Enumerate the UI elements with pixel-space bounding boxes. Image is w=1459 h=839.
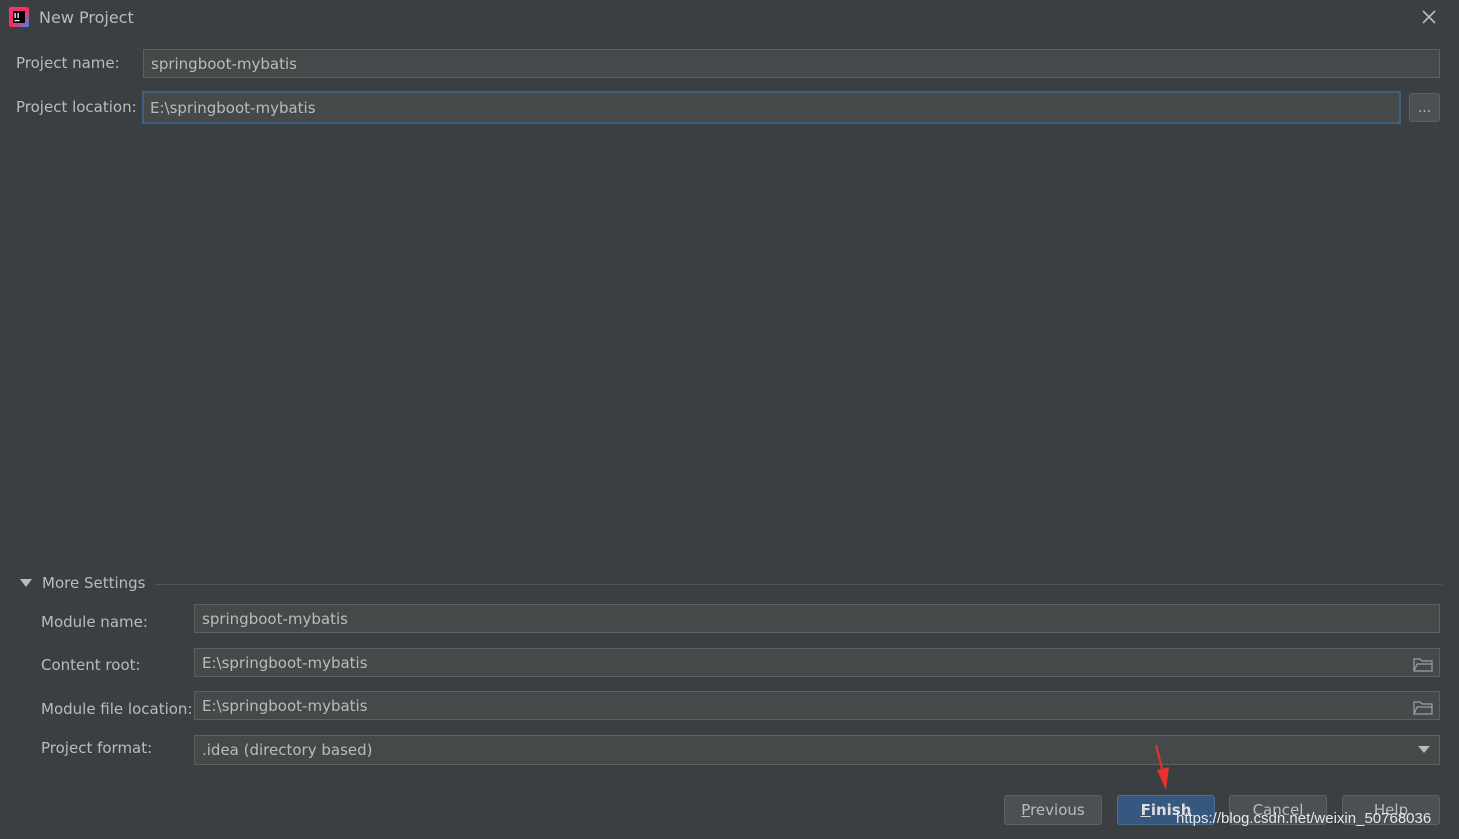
intellij-idea-icon — [9, 7, 29, 27]
project-format-select[interactable]: .idea (directory based) — [194, 735, 1440, 765]
module-name-label: Module name: — [41, 613, 148, 631]
project-format-label: Project format: — [41, 739, 153, 757]
module-name-input[interactable]: springboot-mybatis — [194, 604, 1440, 633]
content-root-value: E:\springboot-mybatis — [202, 653, 368, 672]
window-title: New Project — [39, 8, 134, 27]
project-location-value: E:\springboot-mybatis — [150, 98, 316, 117]
more-settings-toggle[interactable]: More Settings — [42, 574, 145, 592]
project-name-label: Project name: — [16, 54, 120, 72]
close-icon[interactable] — [1418, 6, 1440, 28]
chevron-down-icon — [1418, 746, 1430, 753]
project-name-input[interactable]: springboot-mybatis — [143, 49, 1440, 78]
watermark-text: https://blog.csdn.net/weixin_50768036 — [1176, 810, 1432, 827]
content-root-label: Content root: — [41, 656, 141, 674]
module-file-location-input[interactable]: E:\springboot-mybatis — [194, 691, 1440, 720]
collapse-triangle-icon[interactable] — [19, 578, 33, 588]
folder-icon[interactable] — [1413, 656, 1433, 672]
content-root-input[interactable]: E:\springboot-mybatis — [194, 648, 1440, 677]
section-divider — [155, 584, 1442, 585]
module-file-location-value: E:\springboot-mybatis — [202, 696, 368, 715]
module-name-value: springboot-mybatis — [202, 609, 348, 628]
project-format-value: .idea (directory based) — [202, 741, 373, 759]
annotation-arrow-icon — [1154, 744, 1169, 790]
module-file-location-label: Module file location: — [41, 700, 193, 718]
previous-button-label: Previous — [1021, 801, 1085, 819]
previous-button[interactable]: Previous — [1004, 795, 1102, 825]
project-name-value: springboot-mybatis — [151, 54, 297, 73]
project-location-input[interactable]: E:\springboot-mybatis — [142, 91, 1401, 124]
browse-button[interactable]: ... — [1409, 93, 1440, 122]
title-bar: New Project — [0, 0, 1459, 36]
folder-icon[interactable] — [1413, 699, 1433, 715]
project-location-label: Project location: — [16, 98, 137, 116]
browse-button-label: ... — [1417, 99, 1432, 116]
